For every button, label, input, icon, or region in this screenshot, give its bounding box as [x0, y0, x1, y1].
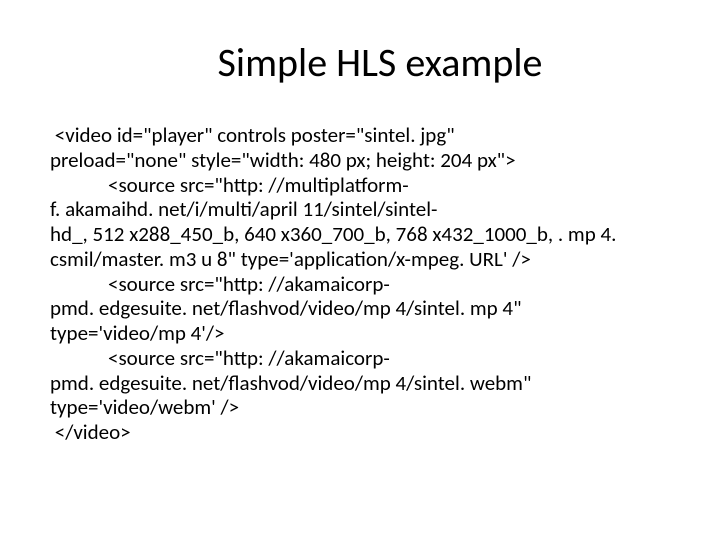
code-line: <video id="player" controls poster="sint… — [50, 123, 670, 148]
code-line: pmd. edgesuite. net/flashvod/video/mp 4/… — [50, 371, 670, 396]
slide-container: Simple HLS example <video id="player" co… — [0, 0, 720, 540]
code-line: hd_, 512 x288_450_b, 640 x360_700_b, 768… — [50, 222, 670, 247]
code-line: </video> — [50, 420, 670, 445]
code-line: <source src="http: //akamaicorp- — [50, 272, 670, 297]
code-line: preload="none" style="width: 480 px; hei… — [50, 148, 670, 173]
code-line: type='video/webm' /> — [50, 395, 670, 420]
code-line: csmil/master. m3 u 8" type='application/… — [50, 247, 670, 272]
code-line: pmd. edgesuite. net/flashvod/video/mp 4/… — [50, 296, 670, 321]
code-line: <source src="http: //multiplatform- — [50, 173, 670, 198]
code-line: type='video/mp 4'/> — [50, 321, 670, 346]
code-block: <video id="player" controls poster="sint… — [50, 123, 670, 445]
code-line: f. akamaihd. net/i/multi/april 11/sintel… — [50, 197, 670, 222]
slide-title: Simple HLS example — [50, 38, 670, 87]
code-line: <source src="http: //akamaicorp- — [50, 346, 670, 371]
